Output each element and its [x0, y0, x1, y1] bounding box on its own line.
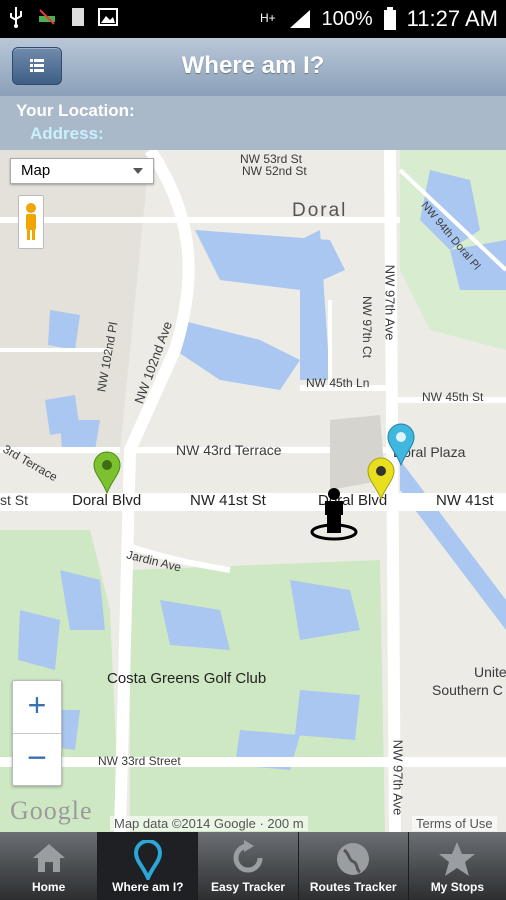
person-location-icon[interactable] — [308, 486, 360, 542]
svg-text:H+: H+ — [260, 11, 276, 25]
google-logo: Google — [10, 796, 93, 825]
star-icon — [439, 842, 476, 876]
globe-icon — [337, 843, 370, 875]
tab-label: Routes Tracker — [309, 880, 397, 894]
map-label-nw-33rd: NW 33rd Street — [98, 754, 181, 768]
image-icon — [98, 8, 118, 26]
map-attribution: Map data ©2014 Google · 200 m — [110, 816, 308, 831]
refresh-icon — [233, 840, 263, 873]
tab-where-am-i[interactable]: Where am I? — [98, 832, 199, 900]
map-label-nw-45th-st: NW 45th St — [422, 390, 484, 404]
zoom-control: + − — [12, 680, 62, 786]
map-label-doral: Doral — [292, 200, 348, 221]
tab-easy-tracker[interactable]: Easy Tracker — [198, 832, 299, 900]
battery-percent: 100% — [321, 7, 373, 30]
blue-marker-icon[interactable] — [386, 422, 416, 466]
map-canvas — [0, 150, 506, 832]
map-label-st-st: st St — [0, 492, 29, 508]
location-pin-icon — [133, 840, 162, 880]
app-header: Where am I? — [0, 38, 506, 96]
green-marker-icon[interactable] — [92, 450, 122, 494]
zoom-out-button[interactable]: − — [13, 733, 61, 786]
chevron-down-icon — [133, 168, 143, 174]
map-view[interactable]: Doral NW 53rd St NW 52nd St st St Doral … — [0, 150, 506, 832]
bottom-nav: Home Where am I? Easy Tracker Routes Tra… — [0, 832, 506, 900]
tab-home[interactable]: Home — [0, 832, 99, 900]
address-label: Address: — [30, 124, 104, 143]
map-label-southern: Southern C — [432, 682, 503, 698]
map-label-nw-45th-ln: NW 45th Ln — [306, 376, 370, 390]
status-bar: H+ 100% 11:27 AM — [0, 0, 506, 38]
map-label-costa-greens: Costa Greens Golf Club — [107, 670, 267, 687]
zoom-in-button[interactable]: + — [13, 681, 61, 733]
tab-my-stops[interactable]: My Stops — [409, 832, 506, 900]
network-icon: H+ — [260, 11, 276, 25]
tab-label: My Stops — [430, 880, 485, 894]
location-panel: Your Location: Address: — [0, 96, 506, 150]
pegman-icon — [26, 203, 36, 240]
tab-label: Where am I? — [112, 880, 184, 894]
map-type-selected: Map — [21, 162, 51, 179]
status-icons-left — [8, 6, 118, 28]
gps-icon — [39, 9, 55, 25]
map-label-nw-97th-ave-south: NW 97th Ave — [390, 739, 406, 816]
tab-routes-tracker[interactable]: Routes Tracker — [299, 832, 409, 900]
map-label-doral-blvd: Doral Blvd — [72, 492, 142, 509]
page-title: Where am I? — [181, 52, 325, 79]
street-view-pegman[interactable] — [18, 195, 44, 249]
clock: 11:27 AM — [406, 6, 498, 31]
tab-label: Home — [31, 880, 66, 894]
tab-label: Easy Tracker — [210, 880, 286, 894]
usb-icon — [10, 7, 22, 28]
map-label-nw-43rd: NW 43rd Terrace — [176, 442, 282, 458]
status-icons-right: H+ 100% 11:27 AM — [260, 6, 498, 32]
terms-of-use-link[interactable]: Terms of Use — [412, 816, 497, 831]
signal-icon — [289, 10, 310, 28]
map-type-select[interactable]: Map — [10, 158, 154, 184]
map-label-nw-52nd: NW 52nd St — [242, 164, 307, 178]
map-label-nw-97th-ct: NW 97th Ct — [360, 295, 375, 359]
map-label-united: Unite — [474, 664, 506, 680]
map-label-nw-41st: NW 41st St — [190, 492, 266, 509]
your-location-label: Your Location: — [16, 101, 135, 120]
map-label-nw-97th-ave: NW 97th Ave — [382, 264, 398, 341]
map-label-nw-41st-right: NW 41st — [436, 492, 494, 509]
sd-card-icon — [72, 8, 84, 26]
home-icon — [32, 844, 65, 872]
battery-icon — [383, 7, 396, 30]
